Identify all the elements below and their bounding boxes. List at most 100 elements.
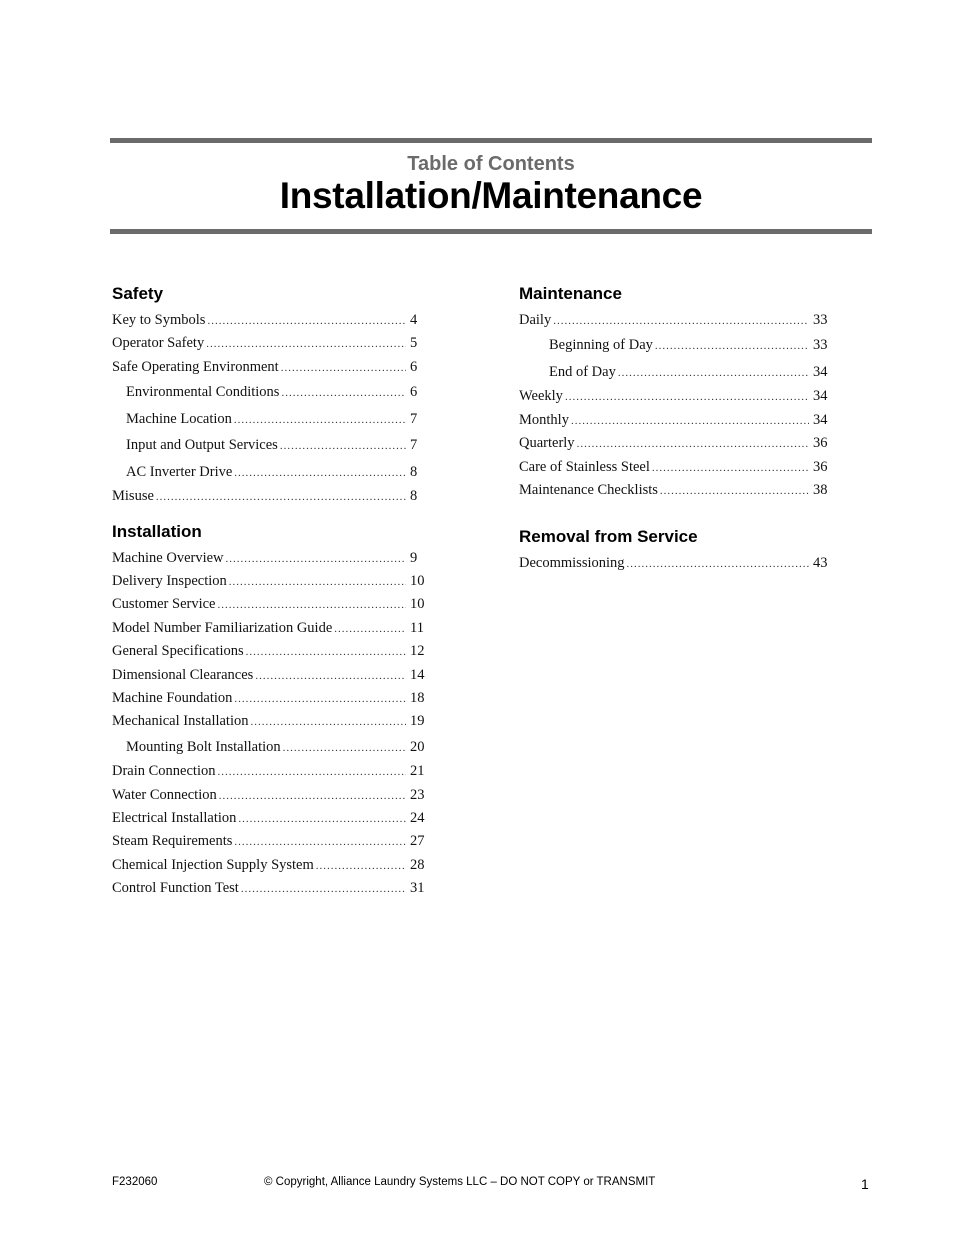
toc-section-removal: Removal from Service Decommissioning 43 xyxy=(519,526,833,575)
toc-entry-page: 36 xyxy=(813,435,828,452)
toc-entry-page: 6 xyxy=(410,384,418,401)
toc-subtitle: Table of Contents xyxy=(407,153,575,175)
toc-entry[interactable]: Mounting Bolt Installation 20 xyxy=(112,734,426,761)
toc-entry[interactable]: Machine Overview 9 xyxy=(112,547,426,570)
toc-entry-page: 11 xyxy=(410,619,424,636)
toc-entry-label: AC Inverter Drive xyxy=(126,463,233,480)
toc-entry-page: 21 xyxy=(410,763,425,780)
section-heading: Maintenance xyxy=(519,284,622,303)
dot-leader xyxy=(219,785,406,807)
toc-entry-page: 20 xyxy=(410,738,425,755)
dot-leader xyxy=(255,665,406,687)
toc-entry[interactable]: Environmental Conditions 6 xyxy=(112,379,426,406)
toc-entry-label: Customer Service xyxy=(112,596,216,613)
toc-entry-label: Daily xyxy=(519,312,552,328)
toc-entry-page: 6 xyxy=(410,358,418,375)
toc-entry-page: 19 xyxy=(410,713,425,730)
toc-entry-list: Daily33 Beginning of Day 33 End of Day34Wee… xyxy=(519,309,833,502)
dot-leader xyxy=(218,594,407,616)
toc-entry[interactable]: General Specifications 12 xyxy=(112,640,426,663)
toc-entry-label: Input and Output Services xyxy=(126,437,278,454)
dot-leader xyxy=(156,486,406,508)
toc-entry[interactable]: AC Inverter Drive 8 xyxy=(112,459,426,486)
toc-entry[interactable]: End of Day 34 xyxy=(519,359,833,386)
toc-right-column: Maintenance Daily 33 Beginning of Day 33 End… xyxy=(519,283,833,576)
toc-entry[interactable]: Quarterly 36 xyxy=(519,432,833,455)
toc-entry[interactable]: Mechanical Installation 19 xyxy=(112,710,426,733)
toc-entry-page: 34 xyxy=(813,363,828,380)
dot-leader xyxy=(226,548,406,570)
section-heading: Safety xyxy=(112,284,164,303)
dot-leader xyxy=(565,386,809,408)
toc-entry-list: Key to Symbols 4 Operator Safety 5 Safe Oper… xyxy=(112,309,426,509)
toc-entry[interactable]: Weekly 34 xyxy=(519,385,833,408)
toc-entry[interactable]: Chemical Injection Supply System 28 xyxy=(112,854,426,877)
toc-entry[interactable]: Input and Output Services 7 xyxy=(112,432,426,459)
toc-entry-page: 34 xyxy=(813,388,828,405)
toc-entry[interactable]: Model Number Familiarization Guide 11 xyxy=(112,617,426,640)
dot-leader xyxy=(234,688,406,710)
toc-entry[interactable]: Customer Service 10 xyxy=(112,593,426,616)
toc-entry-page: 18 xyxy=(410,689,425,706)
document-code: F232060 xyxy=(112,1176,158,1188)
toc-entry[interactable]: Electrical Installation 24 xyxy=(112,807,426,830)
toc-entry-label: Beginning of Day xyxy=(549,337,653,354)
toc-entry[interactable]: Misuse 8 xyxy=(112,485,426,508)
dot-leader xyxy=(206,333,406,355)
toc-entry-page: 33 xyxy=(813,337,828,354)
dot-leader xyxy=(553,310,809,332)
toc-entry[interactable]: Operator Safety 5 xyxy=(112,332,426,355)
dot-leader xyxy=(241,878,406,900)
toc-entry[interactable]: Decommissioning 43 xyxy=(519,552,833,575)
toc-entry-page: 31 xyxy=(410,880,425,897)
toc-entry[interactable]: Beginning of Day 33 xyxy=(519,332,833,359)
toc-entry-page: 10 xyxy=(410,572,425,589)
toc-entry[interactable]: Machine Location 7 xyxy=(112,406,426,433)
dot-leader xyxy=(280,433,406,459)
toc-entry-page: 38 xyxy=(813,481,828,498)
section-heading: Installation xyxy=(112,521,202,541)
page-title: Installation/Maintenance xyxy=(279,175,703,216)
toc-entry-label: Decommissioning xyxy=(519,555,625,572)
dot-leader xyxy=(234,407,406,433)
toc-entry[interactable]: Drain Connection 21 xyxy=(112,760,426,783)
toc-entry[interactable]: Daily 33 xyxy=(519,309,833,332)
toc-entry-label: Drain Connection xyxy=(112,763,216,780)
toc-entry-label: Safe Operating Environment xyxy=(112,358,279,375)
dot-leader xyxy=(577,433,809,455)
toc-entry-page: 5 xyxy=(410,335,418,352)
toc-entry[interactable]: Control Function Test 31 xyxy=(112,877,426,900)
toc-entry[interactable]: Key to Symbols 4 xyxy=(112,309,426,332)
toc-entry[interactable]: Maintenance Checklists 38 xyxy=(519,479,833,502)
toc-entry-label: Monthly xyxy=(519,411,569,428)
toc-entry-page: 9 xyxy=(410,549,418,566)
dot-leader xyxy=(655,333,809,359)
toc-entry[interactable]: Steam Requirements 27 xyxy=(112,830,426,853)
toc-entry-page: 12 xyxy=(410,643,425,660)
toc-entry-page: 27 xyxy=(410,833,425,850)
toc-entry-page: 7 xyxy=(410,410,418,427)
dot-leader xyxy=(660,480,809,502)
dot-leader xyxy=(283,735,406,761)
dot-leader xyxy=(334,618,406,640)
dot-leader xyxy=(234,831,406,853)
toc-entry-page: 14 xyxy=(410,666,425,683)
toc-entry-label: Water Connection xyxy=(112,786,217,803)
toc-entry[interactable]: Safe Operating Environment 6 xyxy=(112,356,426,379)
toc-entry-page: 8 xyxy=(410,488,418,505)
toc-entry[interactable]: Dimensional Clearances 14 xyxy=(112,664,426,687)
header-rule-top xyxy=(110,138,872,143)
toc-entry[interactable]: Delivery Inspection 10 xyxy=(112,570,426,593)
toc-entry-label: General Specifications xyxy=(112,643,244,660)
toc-entry-label: Model Number Familiarization Guide xyxy=(112,619,333,636)
dot-leader xyxy=(246,641,406,663)
dot-leader xyxy=(627,553,809,575)
toc-entry-label: Care of Stainless Steel xyxy=(519,458,650,475)
toc-entry-page: 8 xyxy=(410,463,418,480)
toc-entry-label: Machine Location xyxy=(126,410,232,427)
toc-entry[interactable]: Care of Stainless Steel 36 xyxy=(519,456,833,479)
toc-entry[interactable]: Water Connection 23 xyxy=(112,784,426,807)
toc-entry[interactable]: Machine Foundation 18 xyxy=(112,687,426,710)
section-heading: Removal from Service xyxy=(519,527,698,547)
toc-entry[interactable]: Monthly 34 xyxy=(519,409,833,432)
